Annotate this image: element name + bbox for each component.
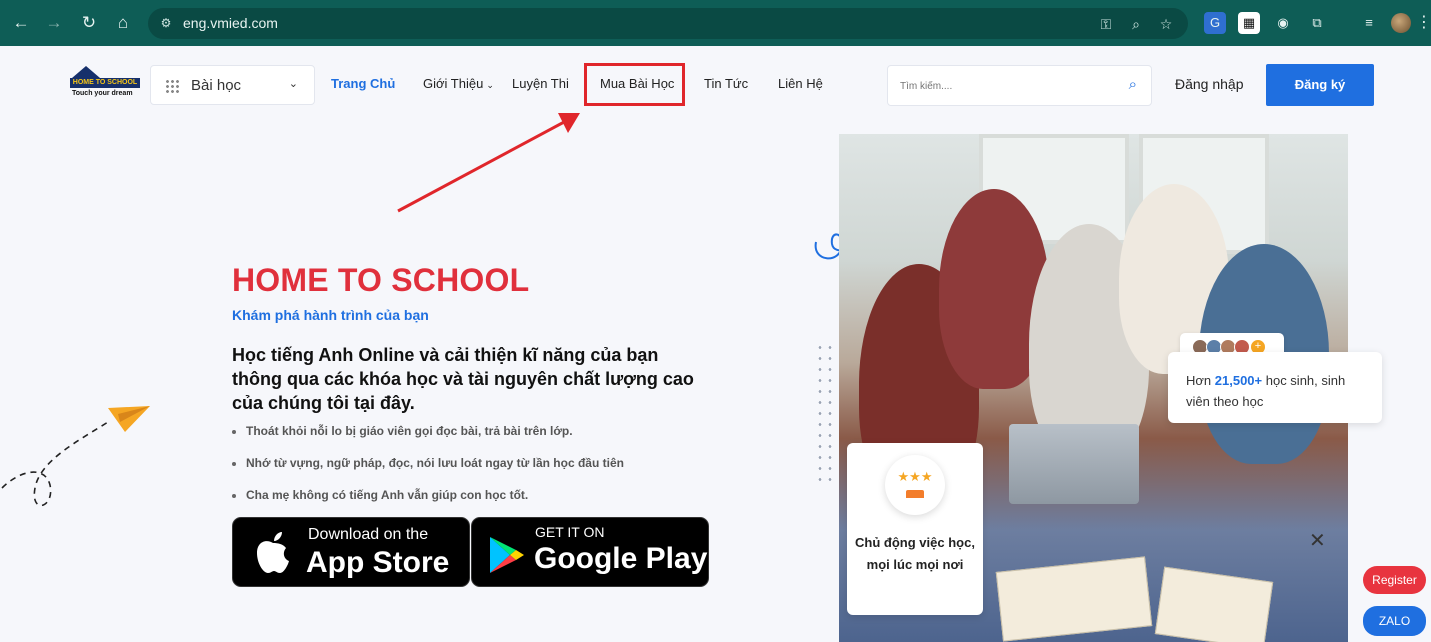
google-play-button[interactable]: GET IT ON Google Play — [471, 517, 709, 587]
dots-decoration — [815, 342, 835, 487]
hero-subtitle: Khám phá hành trình của bạn — [232, 307, 429, 323]
chevron-down-icon: ⌄ — [486, 80, 494, 90]
logo-tagline: Touch your dream — [72, 90, 133, 97]
benefit-text: Cha mẹ không có tiếng Anh vẫn giúp con h… — [246, 488, 529, 502]
stat-number: 21,500+ — [1214, 373, 1263, 388]
search-input[interactable] — [900, 77, 1110, 95]
site-info-icon[interactable]: ⚙ — [158, 15, 174, 31]
translate-icon[interactable]: G — [1204, 12, 1226, 34]
annotation-arrow — [397, 113, 580, 213]
google-play-big-text: Google Play — [534, 542, 708, 575]
camera-icon[interactable]: ◉ — [1272, 12, 1294, 34]
bullet-icon — [232, 461, 236, 466]
reload-icon[interactable]: ↻ — [77, 11, 101, 35]
password-key-icon[interactable]: ⚿ — [1096, 14, 1116, 34]
house-icon — [72, 66, 100, 78]
google-play-icon — [490, 537, 524, 573]
register-button[interactable]: Đăng ký — [1266, 64, 1374, 106]
browser-toolbar: ← → ↻ ⌂ ⚙ eng.vmied.com ⚿ ⌕ ☆ G ▦ ◉ ⧉ ≡ … — [0, 0, 1431, 46]
nav-contact[interactable]: Liên Hệ — [778, 76, 823, 91]
menu-icon[interactable]: ⋮ — [1416, 12, 1431, 32]
media-icon[interactable]: ≡ — [1358, 12, 1380, 34]
chevron-down-icon: ⌄ — [288, 78, 298, 90]
trophy-badge: ★★★ — [885, 455, 945, 515]
bullet-icon — [232, 429, 236, 434]
hero-lead: Học tiếng Anh Online và cải thiện kĩ năn… — [232, 345, 694, 413]
search-icon[interactable]: ⌕ — [1129, 76, 1137, 93]
grid-icon — [165, 79, 179, 93]
qr-icon[interactable]: ▦ — [1238, 12, 1260, 34]
benefit-item: Nhớ từ vựng, ngữ pháp, đọc, nói lưu loát… — [232, 456, 624, 470]
category-dropdown[interactable]: Bài học ⌄ — [150, 65, 315, 105]
floating-zalo-button[interactable]: ZALO — [1363, 606, 1426, 636]
forward-icon[interactable]: → — [42, 11, 66, 35]
apple-icon — [257, 532, 289, 573]
google-play-small-text: GET IT ON — [535, 524, 605, 540]
bookmark-star-icon[interactable]: ☆ — [1156, 14, 1176, 34]
nav-news[interactable]: Tin Tức — [704, 76, 748, 91]
stars-icon: ★★★ — [897, 469, 933, 484]
hero-title: HOME TO SCHOOL — [232, 262, 530, 298]
nav-home[interactable]: Trang Chủ — [331, 76, 395, 91]
benefit-item: Thoát khỏi nỗi lo bị giáo viên gọi đọc b… — [232, 424, 573, 438]
annotation-highlight-box — [584, 63, 685, 106]
category-label: Bài học — [191, 77, 242, 94]
app-store-small-text: Download on the — [308, 526, 429, 543]
bullet-icon — [232, 493, 236, 498]
stat-text: Hơn 21,500+ học sinh, sinh viên theo học — [1186, 370, 1371, 412]
nav-about-label: Giới Thiệu — [423, 76, 484, 91]
close-icon[interactable]: ✕ — [1309, 528, 1326, 553]
students-stat-card: Hơn 21,500+ học sinh, sinh viên theo học — [1168, 352, 1382, 423]
benefit-text: Nhớ từ vựng, ngữ pháp, đọc, nói lưu loát… — [246, 456, 624, 470]
photo-laptop — [1009, 424, 1139, 504]
extensions-icon[interactable]: ⧉ — [1306, 12, 1328, 34]
zoom-icon[interactable]: ⌕ — [1126, 14, 1146, 34]
stat-prefix: Hơn — [1186, 373, 1215, 388]
home-icon[interactable]: ⌂ — [111, 11, 135, 35]
logo-text: HOME TO SCHOOL — [70, 78, 140, 88]
floating-register-button[interactable]: Register — [1363, 566, 1426, 594]
app-store-big-text: App Store — [306, 546, 450, 579]
feature-card: ★★★ Chủ động việc học, mọi lúc mọi nơi — [847, 443, 983, 615]
profile-avatar[interactable] — [1391, 13, 1411, 33]
login-link[interactable]: Đăng nhập — [1175, 76, 1244, 92]
site-logo[interactable]: HOME TO SCHOOL Touch your dream — [68, 66, 140, 102]
benefit-text: Thoát khỏi nỗi lo bị giáo viên gọi đọc b… — [246, 424, 573, 438]
nav-about[interactable]: Giới Thiệu ⌄ — [423, 76, 494, 91]
back-icon[interactable]: ← — [9, 11, 33, 35]
url-text: eng.vmied.com — [183, 15, 278, 31]
trophy-icon — [906, 490, 924, 498]
search-box: ⌕ — [887, 65, 1152, 106]
paper-plane-decoration — [1, 406, 150, 507]
app-store-button[interactable]: Download on the App Store — [232, 517, 470, 587]
feature-text: Chủ động việc học, mọi lúc mọi nơi — [855, 535, 975, 572]
address-bar[interactable]: ⚙ eng.vmied.com ⚿ ⌕ ☆ — [148, 8, 1188, 39]
benefit-item: Cha mẹ không có tiếng Anh vẫn giúp con h… — [232, 488, 528, 502]
nav-exam[interactable]: Luyện Thi — [512, 76, 569, 91]
